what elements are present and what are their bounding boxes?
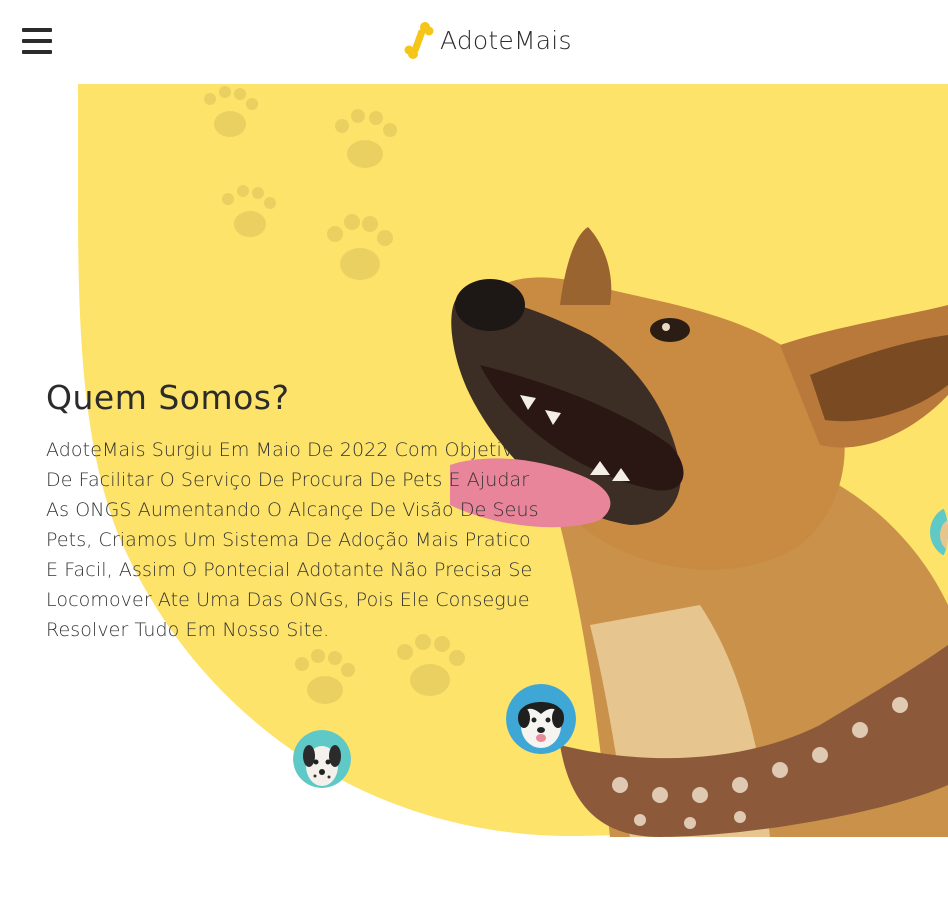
bone-icon [404, 22, 434, 59]
hamburger-line [22, 39, 52, 43]
hamburger-menu-icon[interactable] [22, 28, 52, 56]
brand-name: AdoteMais [440, 25, 572, 55]
about-title: Quem Somos? [46, 378, 290, 417]
dog-avatar-partial [930, 506, 948, 558]
brand-logo-link[interactable]: AdoteMais [404, 20, 572, 60]
about-section: Quem Somos? AdoteMais Surgiu Em Maio De … [46, 378, 546, 645]
hamburger-line [22, 50, 52, 54]
about-text: AdoteMais Surgiu Em Maio De 2022 Com Obj… [46, 439, 539, 641]
border-collie-avatar [506, 684, 576, 754]
page: AdoteMais Quem Somos? AdoteMais Surgiu E… [0, 0, 948, 904]
dalmatian-avatar [293, 730, 351, 788]
hamburger-line [22, 28, 52, 32]
header: AdoteMais [0, 0, 948, 84]
